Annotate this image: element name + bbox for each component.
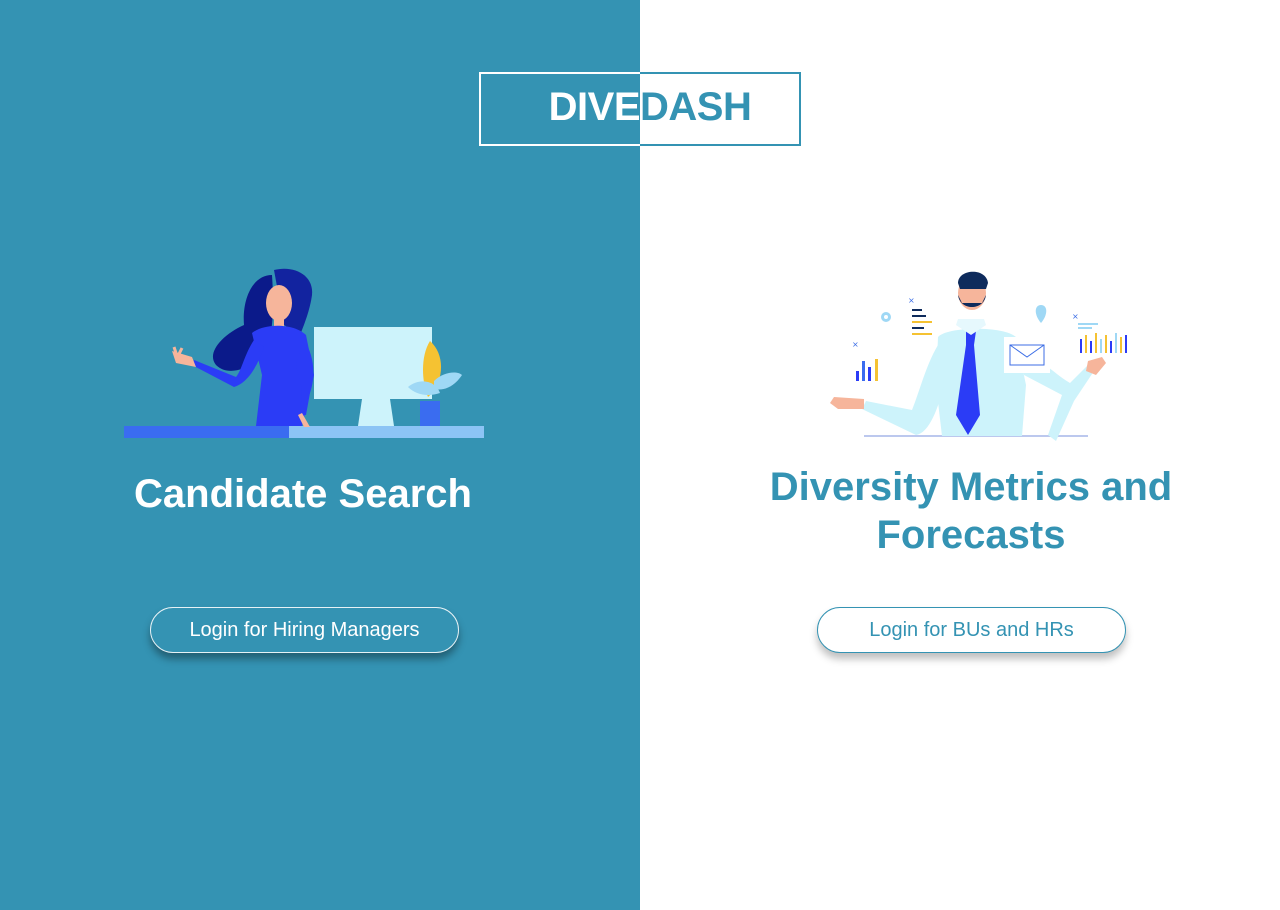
svg-text:×: ×: [852, 340, 859, 349]
svg-text:×: ×: [1072, 312, 1079, 321]
businessman-with-charts-illustration: × × ×: [830, 271, 1127, 441]
logo: DIVE DASH: [479, 72, 801, 146]
login-hiring-managers-button[interactable]: Login for Hiring Managers: [150, 607, 459, 653]
logo-text-dash: DASH: [640, 85, 752, 129]
diversity-metrics-title: Diversity Metrics and Forecasts: [769, 465, 1173, 557]
svg-text:×: ×: [908, 296, 915, 305]
logo-text-dive: DIVE: [548, 85, 641, 129]
candidate-search-title: Candidate Search: [134, 472, 472, 516]
woman-at-computer-illustration: [124, 268, 484, 438]
login-bus-hrs-button[interactable]: Login for BUs and HRs: [817, 607, 1126, 653]
